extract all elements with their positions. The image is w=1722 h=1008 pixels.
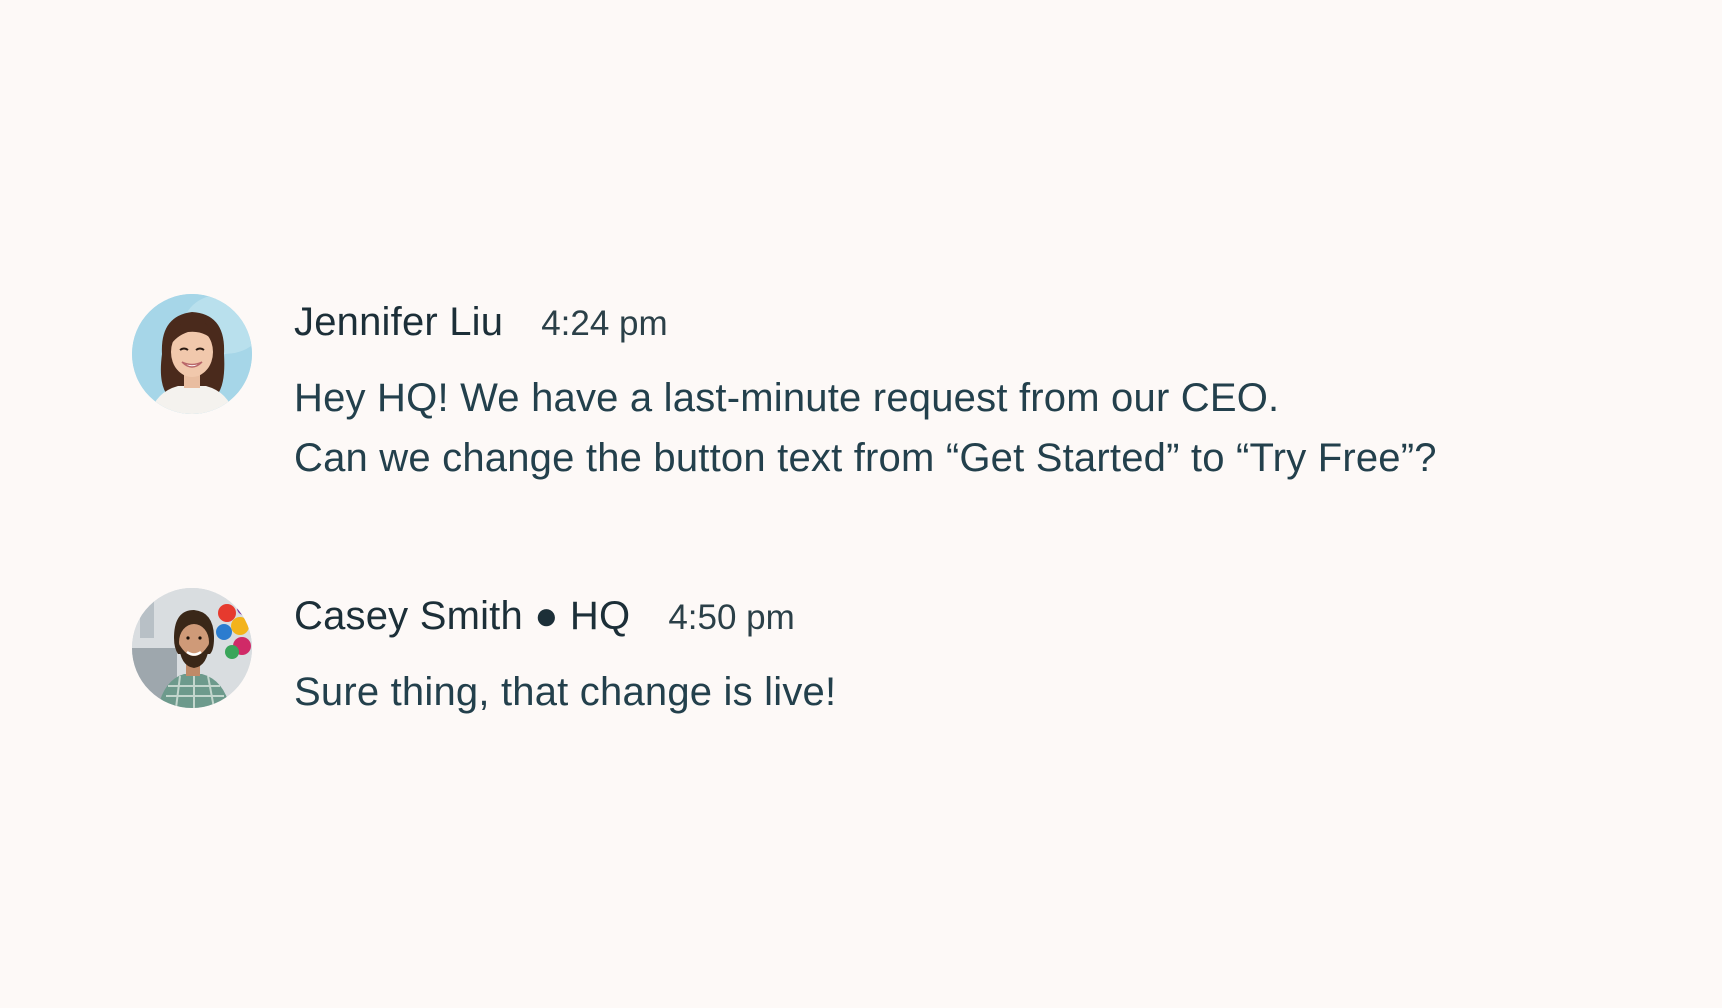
message-body: Hey HQ! We have a last-minute request fr… bbox=[294, 368, 1437, 488]
message-body: Sure thing, that change is live! bbox=[294, 662, 836, 722]
author-name[interactable]: Jennifer Liu bbox=[294, 300, 503, 345]
message-text-line: Sure thing, that change is live! bbox=[294, 670, 837, 714]
message-text-line: Hey HQ! We have a last-minute request fr… bbox=[294, 376, 1280, 420]
message-item: Casey Smith ● HQ 4:50 pm Sure thing, tha… bbox=[132, 588, 836, 722]
avatar[interactable] bbox=[132, 294, 252, 414]
message-thread: Jennifer Liu 4:24 pm Hey HQ! We have a l… bbox=[0, 0, 1722, 1008]
timestamp: 4:50 pm bbox=[668, 598, 795, 637]
author-name[interactable]: Casey Smith ● HQ bbox=[294, 594, 630, 639]
avatar-photo-casey bbox=[132, 588, 252, 708]
timestamp: 4:24 pm bbox=[541, 304, 668, 343]
message-content: Jennifer Liu 4:24 pm Hey HQ! We have a l… bbox=[294, 294, 1437, 488]
message-header: Jennifer Liu 4:24 pm bbox=[294, 300, 1437, 346]
avatar-photo-jennifer bbox=[132, 294, 252, 414]
message-item: Jennifer Liu 4:24 pm Hey HQ! We have a l… bbox=[132, 294, 1437, 488]
avatar[interactable] bbox=[132, 588, 252, 708]
message-text-line: Can we change the button text from “Get … bbox=[294, 436, 1437, 480]
message-header: Casey Smith ● HQ 4:50 pm bbox=[294, 594, 836, 640]
message-content: Casey Smith ● HQ 4:50 pm Sure thing, tha… bbox=[294, 588, 836, 722]
